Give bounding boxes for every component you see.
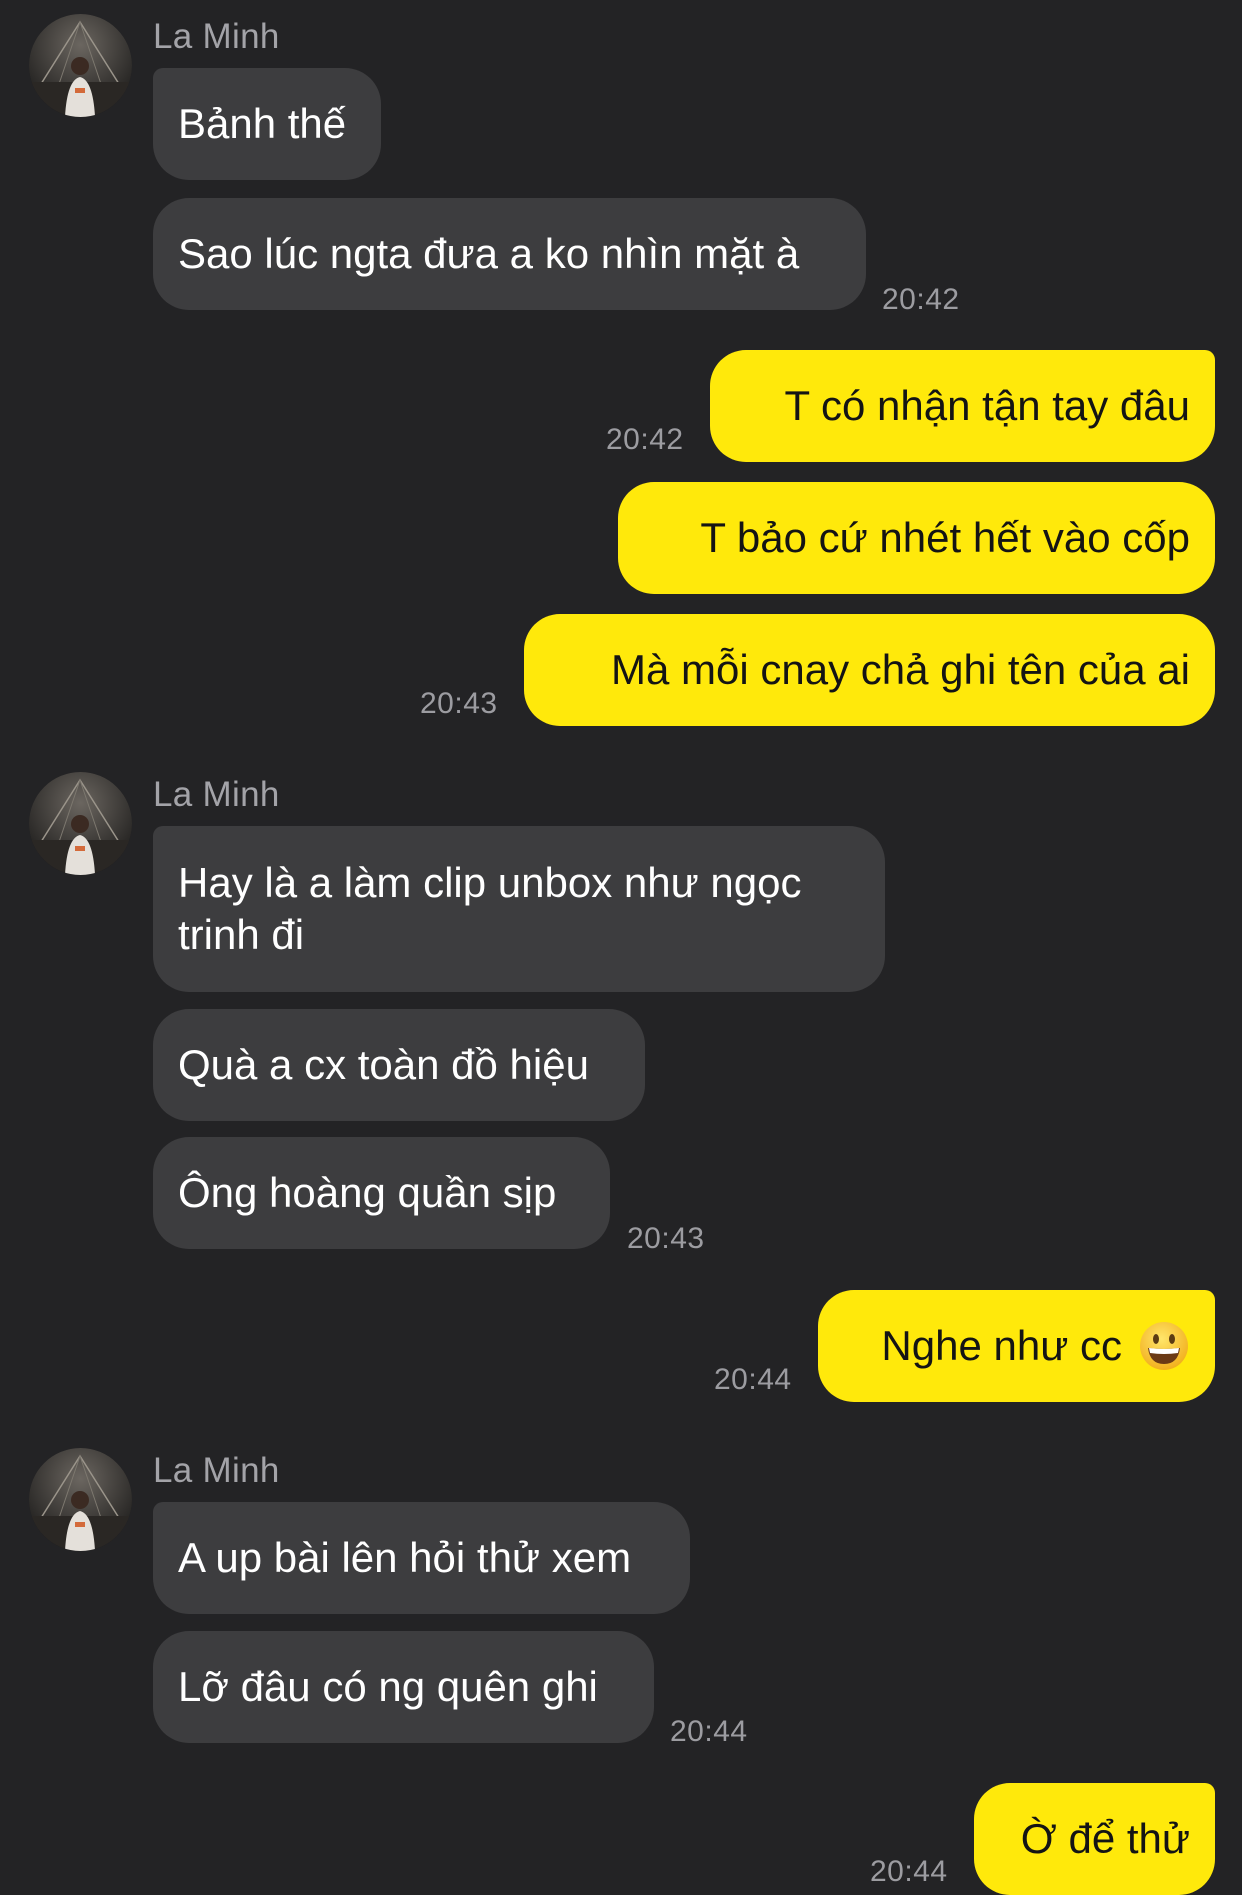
message-text: Mà mỗi cnay chả ghi tên của ai — [611, 646, 1190, 693]
message-text: T có nhận tận tay đâu — [784, 382, 1190, 429]
message-text: Bảnh thế — [178, 100, 347, 147]
chat-thread[interactable]: La Minh Bảnh thế Sao lúc ngta đưa a ko n… — [0, 0, 1242, 1895]
incoming-message-bubble[interactable]: Quà a cx toàn đồ hiệu — [153, 1009, 645, 1121]
message-text: Nghe như cc — [881, 1322, 1122, 1369]
message-text: Lỡ đâu có ng quên ghi — [178, 1663, 598, 1710]
incoming-message-bubble[interactable]: Sao lúc ngta đưa a ko nhìn mặt à — [153, 198, 866, 310]
message-text: Hay là a làm clip unbox như ngọc trinh đ… — [178, 859, 802, 958]
avatar-photo-icon — [29, 14, 132, 117]
outgoing-message-bubble[interactable]: Nghe như cc — [818, 1290, 1215, 1402]
message-timestamp: 20:42 — [882, 283, 960, 316]
avatar-photo-icon — [29, 1448, 132, 1551]
incoming-message-bubble[interactable]: Lỡ đâu có ng quên ghi — [153, 1631, 654, 1743]
contact-avatar[interactable] — [29, 1448, 132, 1551]
message-text: Sao lúc ngta đưa a ko nhìn mặt à — [178, 230, 800, 277]
message-text: A up bài lên hỏi thử xem — [178, 1534, 632, 1581]
message-timestamp: 20:44 — [714, 1363, 792, 1396]
sender-name: La Minh — [153, 17, 280, 56]
message-timestamp: 20:42 — [606, 423, 684, 456]
message-timestamp: 20:43 — [420, 687, 498, 720]
message-text: Ờ để thử — [1020, 1815, 1190, 1862]
contact-avatar[interactable] — [29, 14, 132, 117]
avatar-photo-icon — [29, 772, 132, 875]
sender-name: La Minh — [153, 775, 280, 814]
message-timestamp: 20:44 — [670, 1715, 748, 1748]
contact-avatar[interactable] — [29, 772, 132, 875]
incoming-message-bubble[interactable]: Ông hoàng quần sịp — [153, 1137, 610, 1249]
outgoing-message-bubble[interactable]: T có nhận tận tay đâu — [710, 350, 1215, 462]
message-timestamp: 20:43 — [627, 1222, 705, 1255]
grinning-face-emoji-icon — [1138, 1320, 1190, 1372]
message-text: Ông hoàng quần sịp — [178, 1169, 557, 1216]
outgoing-message-bubble[interactable]: Mà mỗi cnay chả ghi tên của ai — [524, 614, 1215, 726]
message-text: T bảo cứ nhét hết vào cốp — [700, 514, 1190, 561]
sender-name: La Minh — [153, 1451, 280, 1490]
incoming-message-bubble[interactable]: A up bài lên hỏi thử xem — [153, 1502, 690, 1614]
message-timestamp: 20:44 — [870, 1855, 948, 1888]
incoming-message-bubble[interactable]: Bảnh thế — [153, 68, 381, 180]
incoming-message-bubble[interactable]: Hay là a làm clip unbox như ngọc trinh đ… — [153, 826, 885, 992]
outgoing-message-bubble[interactable]: T bảo cứ nhét hết vào cốp — [618, 482, 1215, 594]
outgoing-message-bubble[interactable]: Ờ để thử — [974, 1783, 1215, 1895]
message-text: Quà a cx toàn đồ hiệu — [178, 1041, 589, 1088]
